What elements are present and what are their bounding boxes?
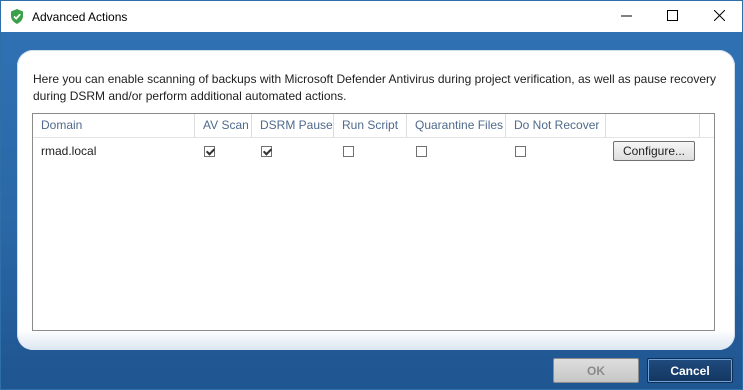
- configure-button[interactable]: Configure...: [613, 141, 695, 161]
- close-icon: [713, 9, 725, 24]
- minimize-icon: [620, 10, 632, 24]
- column-header-quarantine-files[interactable]: Quarantine Files: [407, 114, 506, 137]
- dsrm-pause-checkbox[interactable]: [261, 145, 272, 157]
- do-not-recover-checkbox[interactable]: [515, 145, 526, 157]
- minimize-button[interactable]: [603, 1, 649, 32]
- column-header-actions: [606, 114, 700, 137]
- shield-check-icon: [10, 9, 24, 24]
- ok-button[interactable]: OK: [553, 358, 639, 383]
- run-script-checkbox[interactable]: [343, 145, 354, 157]
- domain-cell: rmad.local: [41, 144, 97, 158]
- advanced-actions-window: Advanced Actions Here you can enable sca…: [0, 0, 743, 390]
- window-title: Advanced Actions: [32, 10, 128, 24]
- av-scan-checkbox[interactable]: [204, 145, 215, 157]
- close-button[interactable]: [696, 1, 742, 32]
- maximize-button[interactable]: [649, 1, 695, 32]
- dialog-client-area: Here you can enable scanning of backups …: [1, 32, 742, 389]
- column-header-domain[interactable]: Domain: [33, 114, 195, 137]
- column-header-do-not-recover[interactable]: Do Not Recover: [506, 114, 606, 137]
- column-header-dsrm-pause[interactable]: DSRM Pause: [252, 114, 334, 137]
- description-text: Here you can enable scanning of backups …: [33, 72, 717, 103]
- content-panel: Here you can enable scanning of backups …: [17, 50, 735, 350]
- maximize-icon: [666, 9, 678, 24]
- title-bar: Advanced Actions: [1, 1, 742, 32]
- quarantine-files-checkbox[interactable]: [416, 145, 427, 157]
- grid-header: Domain AV Scan DSRM Pause Run Script Qua…: [33, 114, 714, 138]
- cancel-button[interactable]: Cancel: [647, 358, 733, 383]
- column-header-run-script[interactable]: Run Script: [334, 114, 407, 137]
- column-header-av-scan[interactable]: AV Scan: [195, 114, 252, 137]
- domains-grid[interactable]: Domain AV Scan DSRM Pause Run Script Qua…: [32, 113, 715, 331]
- table-row[interactable]: rmad.local Configure...: [33, 138, 714, 164]
